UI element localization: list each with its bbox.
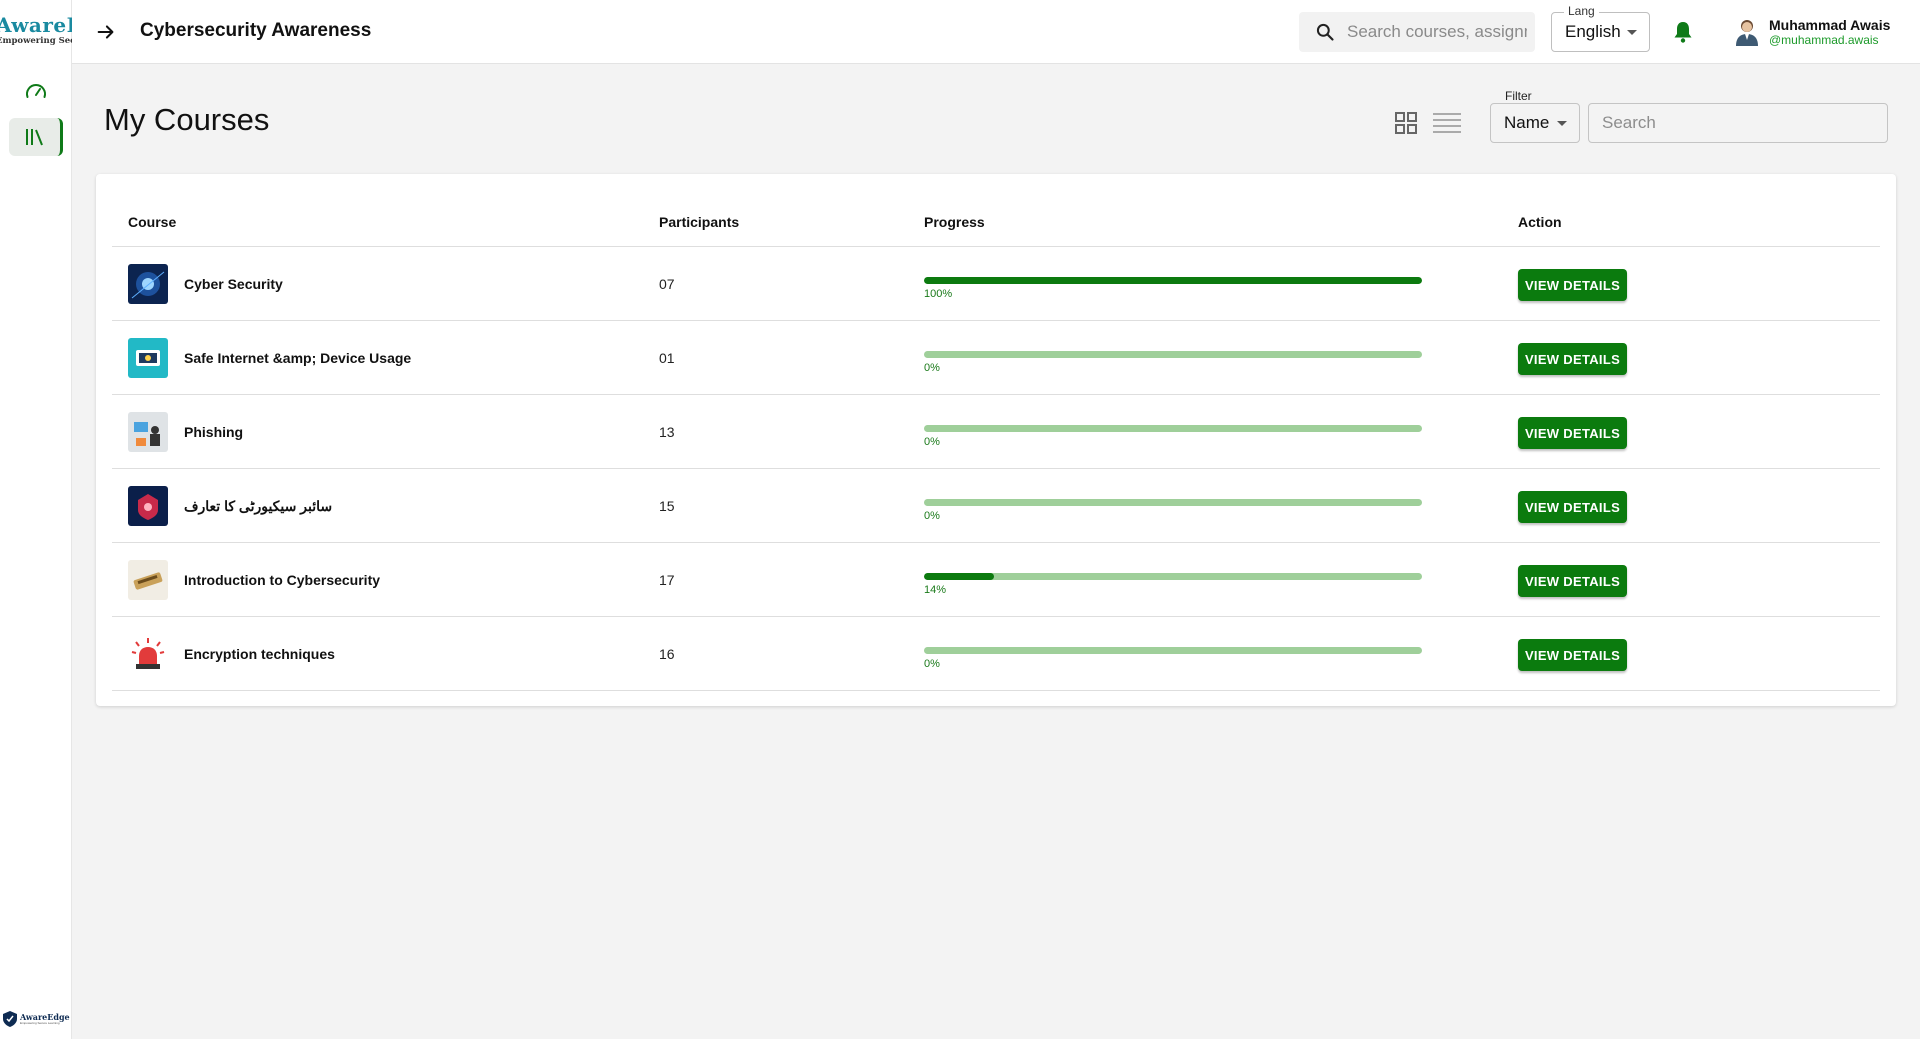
- safe-internet-thumb: [128, 338, 168, 378]
- participants-count: 17: [659, 572, 675, 588]
- courses-card: Course Participants Progress Action Cybe…: [96, 174, 1896, 706]
- sidebar: AwareEdge Empowering Secure Learning Awa…: [0, 0, 72, 1039]
- progress-fill: [924, 573, 994, 580]
- course-name[interactable]: Phishing: [184, 424, 243, 440]
- phishing-thumb: [128, 412, 168, 452]
- grid-view-icon[interactable]: [1394, 111, 1418, 135]
- participants-count: 01: [659, 350, 675, 366]
- language-value: English: [1565, 22, 1621, 41]
- table-header: Course Participants Progress Action: [112, 190, 1880, 247]
- filter-value: Name: [1504, 113, 1550, 132]
- search-icon: [1316, 23, 1334, 41]
- footer-logo-title: AwareEdge: [20, 1012, 70, 1022]
- global-search-input[interactable]: [1347, 22, 1527, 42]
- table-row: سائبر سیکیورٹی کا تعارف 15 0% VIEW DETAI…: [112, 469, 1880, 543]
- course-search-input[interactable]: [1602, 113, 1872, 133]
- table-row: Safe Internet &amp; Device Usage 01 0% V…: [112, 321, 1880, 395]
- logo-subtitle: Empowering Secure Learning: [0, 36, 72, 46]
- list-view-icon[interactable]: [1432, 111, 1462, 135]
- urdu-course-thumb: [128, 486, 168, 526]
- header-title: Cybersecurity Awareness: [140, 20, 372, 41]
- sidebar-item-dashboard[interactable]: [9, 74, 63, 112]
- progress-bar: [924, 499, 1422, 506]
- progress-label: 0%: [924, 362, 940, 374]
- progress-bar: [924, 647, 1422, 654]
- top-header: Cybersecurity Awareness Lang English Muh…: [72, 0, 1920, 64]
- course-name[interactable]: سائبر سیکیورٹی کا تعارف: [184, 498, 332, 515]
- column-header-participants: Participants: [659, 214, 740, 230]
- column-header-action: Action: [1518, 214, 1562, 230]
- language-label: Lang: [1564, 4, 1599, 18]
- avatar[interactable]: [1732, 16, 1762, 46]
- user-name: Muhammad Awais: [1769, 17, 1891, 33]
- progress-bar: [924, 573, 1422, 580]
- library-books-icon: [25, 129, 43, 146]
- progress-label: 0%: [924, 510, 940, 522]
- progress-label: 0%: [924, 658, 940, 670]
- view-details-button[interactable]: VIEW DETAILS: [1518, 639, 1627, 671]
- participants-count: 13: [659, 424, 675, 440]
- column-header-progress: Progress: [924, 214, 985, 230]
- table-row: Introduction to Cybersecurity 17 14% VIE…: [112, 543, 1880, 617]
- progress-fill: [924, 277, 1422, 284]
- global-search[interactable]: [1299, 12, 1535, 52]
- cyber-security-thumb: [128, 264, 168, 304]
- arrow-right-icon[interactable]: [92, 18, 120, 46]
- course-name[interactable]: Cyber Security: [184, 276, 283, 292]
- intro-cyber-thumb: [128, 560, 168, 600]
- view-details-button[interactable]: VIEW DETAILS: [1518, 565, 1627, 597]
- course-name[interactable]: Introduction to Cybersecurity: [184, 572, 380, 588]
- column-header-course: Course: [128, 214, 177, 230]
- shield-icon: [3, 1011, 17, 1027]
- progress-bar: [924, 351, 1422, 358]
- course-name[interactable]: Encryption techniques: [184, 646, 335, 662]
- speedometer-icon: [26, 84, 46, 98]
- participants-count: 15: [659, 498, 675, 514]
- progress-label: 100%: [924, 288, 953, 300]
- participants-count: 16: [659, 646, 675, 662]
- view-details-button[interactable]: VIEW DETAILS: [1518, 269, 1627, 301]
- progress-label: 14%: [924, 584, 947, 596]
- filter-select[interactable]: Name: [1490, 103, 1580, 143]
- progress-bar: [924, 425, 1422, 432]
- view-details-button[interactable]: VIEW DETAILS: [1518, 343, 1627, 375]
- user-handle: @muhammad.awais: [1769, 33, 1879, 47]
- caret-down-icon: [1557, 121, 1567, 126]
- filter-label: Filter: [1505, 89, 1532, 103]
- siren-thumb: [128, 634, 168, 674]
- table-row: Cyber Security 07 100% VIEW DETAILS: [112, 247, 1880, 321]
- page-title: My Courses: [104, 102, 270, 137]
- courses-table: Course Participants Progress Action Cybe…: [112, 190, 1880, 691]
- progress-bar: [924, 277, 1422, 284]
- app-logo[interactable]: AwareEdge Empowering Secure Learning: [0, 14, 72, 50]
- logo-title: AwareEdge: [0, 14, 72, 37]
- view-details-button[interactable]: VIEW DETAILS: [1518, 417, 1627, 449]
- bell-icon[interactable]: [1672, 20, 1694, 49]
- course-search[interactable]: [1588, 103, 1888, 143]
- view-details-button[interactable]: VIEW DETAILS: [1518, 491, 1627, 523]
- sidebar-item-courses[interactable]: [9, 118, 63, 156]
- language-select[interactable]: Lang English: [1551, 4, 1650, 52]
- caret-down-icon: [1627, 30, 1637, 35]
- table-row: Encryption techniques 16 0% VIEW DETAILS: [112, 617, 1880, 691]
- participants-count: 07: [659, 276, 675, 292]
- table-row: Phishing 13 0% VIEW DETAILS: [112, 395, 1880, 469]
- course-name[interactable]: Safe Internet &amp; Device Usage: [184, 350, 411, 366]
- footer-logo: AwareEdge Empowering Secure Learning: [2, 1010, 70, 1028]
- progress-label: 0%: [924, 436, 940, 448]
